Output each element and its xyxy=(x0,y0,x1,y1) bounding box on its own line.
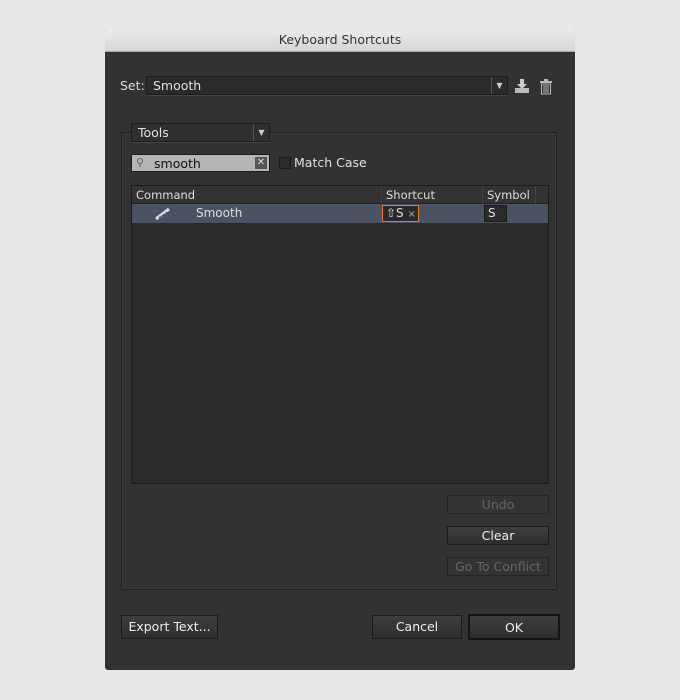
save-set-icon[interactable] xyxy=(513,77,531,95)
smooth-tool-icon xyxy=(155,207,170,220)
dialog-title: Keyboard Shortcuts xyxy=(105,28,575,52)
column-header-symbol[interactable]: Symbol xyxy=(483,186,536,204)
command-name: Smooth xyxy=(196,206,243,220)
undo-button[interactable]: Undo xyxy=(447,495,549,514)
table-row[interactable]: Smooth ⇧S × S xyxy=(132,204,548,223)
search-icon: ⚲ xyxy=(136,156,145,169)
column-header-shortcut[interactable]: Shortcut xyxy=(382,186,483,204)
symbol-field[interactable]: S xyxy=(484,205,507,222)
set-label: Set: xyxy=(120,78,145,93)
shortcut-value: ⇧S xyxy=(386,206,404,220)
export-text-button[interactable]: Export Text... xyxy=(121,615,218,639)
clear-button[interactable]: Clear xyxy=(447,526,549,545)
shortcuts-table: Command Shortcut Symbol Smooth ⇧S × S xyxy=(131,185,549,484)
match-case-label: Match Case xyxy=(294,155,367,170)
trash-icon[interactable] xyxy=(539,79,553,95)
ok-button[interactable]: OK xyxy=(468,614,560,640)
keyboard-shortcuts-dialog: Keyboard Shortcuts Set: Smooth ▼ Tools ▼… xyxy=(105,28,575,670)
search-value: smooth xyxy=(154,156,201,171)
match-case-checkbox[interactable] xyxy=(279,157,291,169)
category-dropdown[interactable]: Tools ▼ xyxy=(131,123,270,142)
chevron-down-icon: ▼ xyxy=(491,77,507,94)
category-value: Tools xyxy=(138,125,169,140)
set-value: Smooth xyxy=(153,78,202,93)
shortcut-field[interactable]: ⇧S × xyxy=(382,205,419,222)
column-header-command[interactable]: Command xyxy=(132,186,382,204)
clear-x-icon[interactable]: ✕ xyxy=(255,157,267,169)
set-dropdown[interactable]: Smooth ▼ xyxy=(146,76,508,95)
cancel-button[interactable]: Cancel xyxy=(372,615,462,639)
chevron-down-icon: ▼ xyxy=(253,124,269,141)
remove-shortcut-icon[interactable]: × xyxy=(408,209,416,220)
search-input[interactable]: ⚲ smooth ✕ xyxy=(131,154,270,172)
go-to-conflict-button[interactable]: Go To Conflict xyxy=(447,557,549,576)
